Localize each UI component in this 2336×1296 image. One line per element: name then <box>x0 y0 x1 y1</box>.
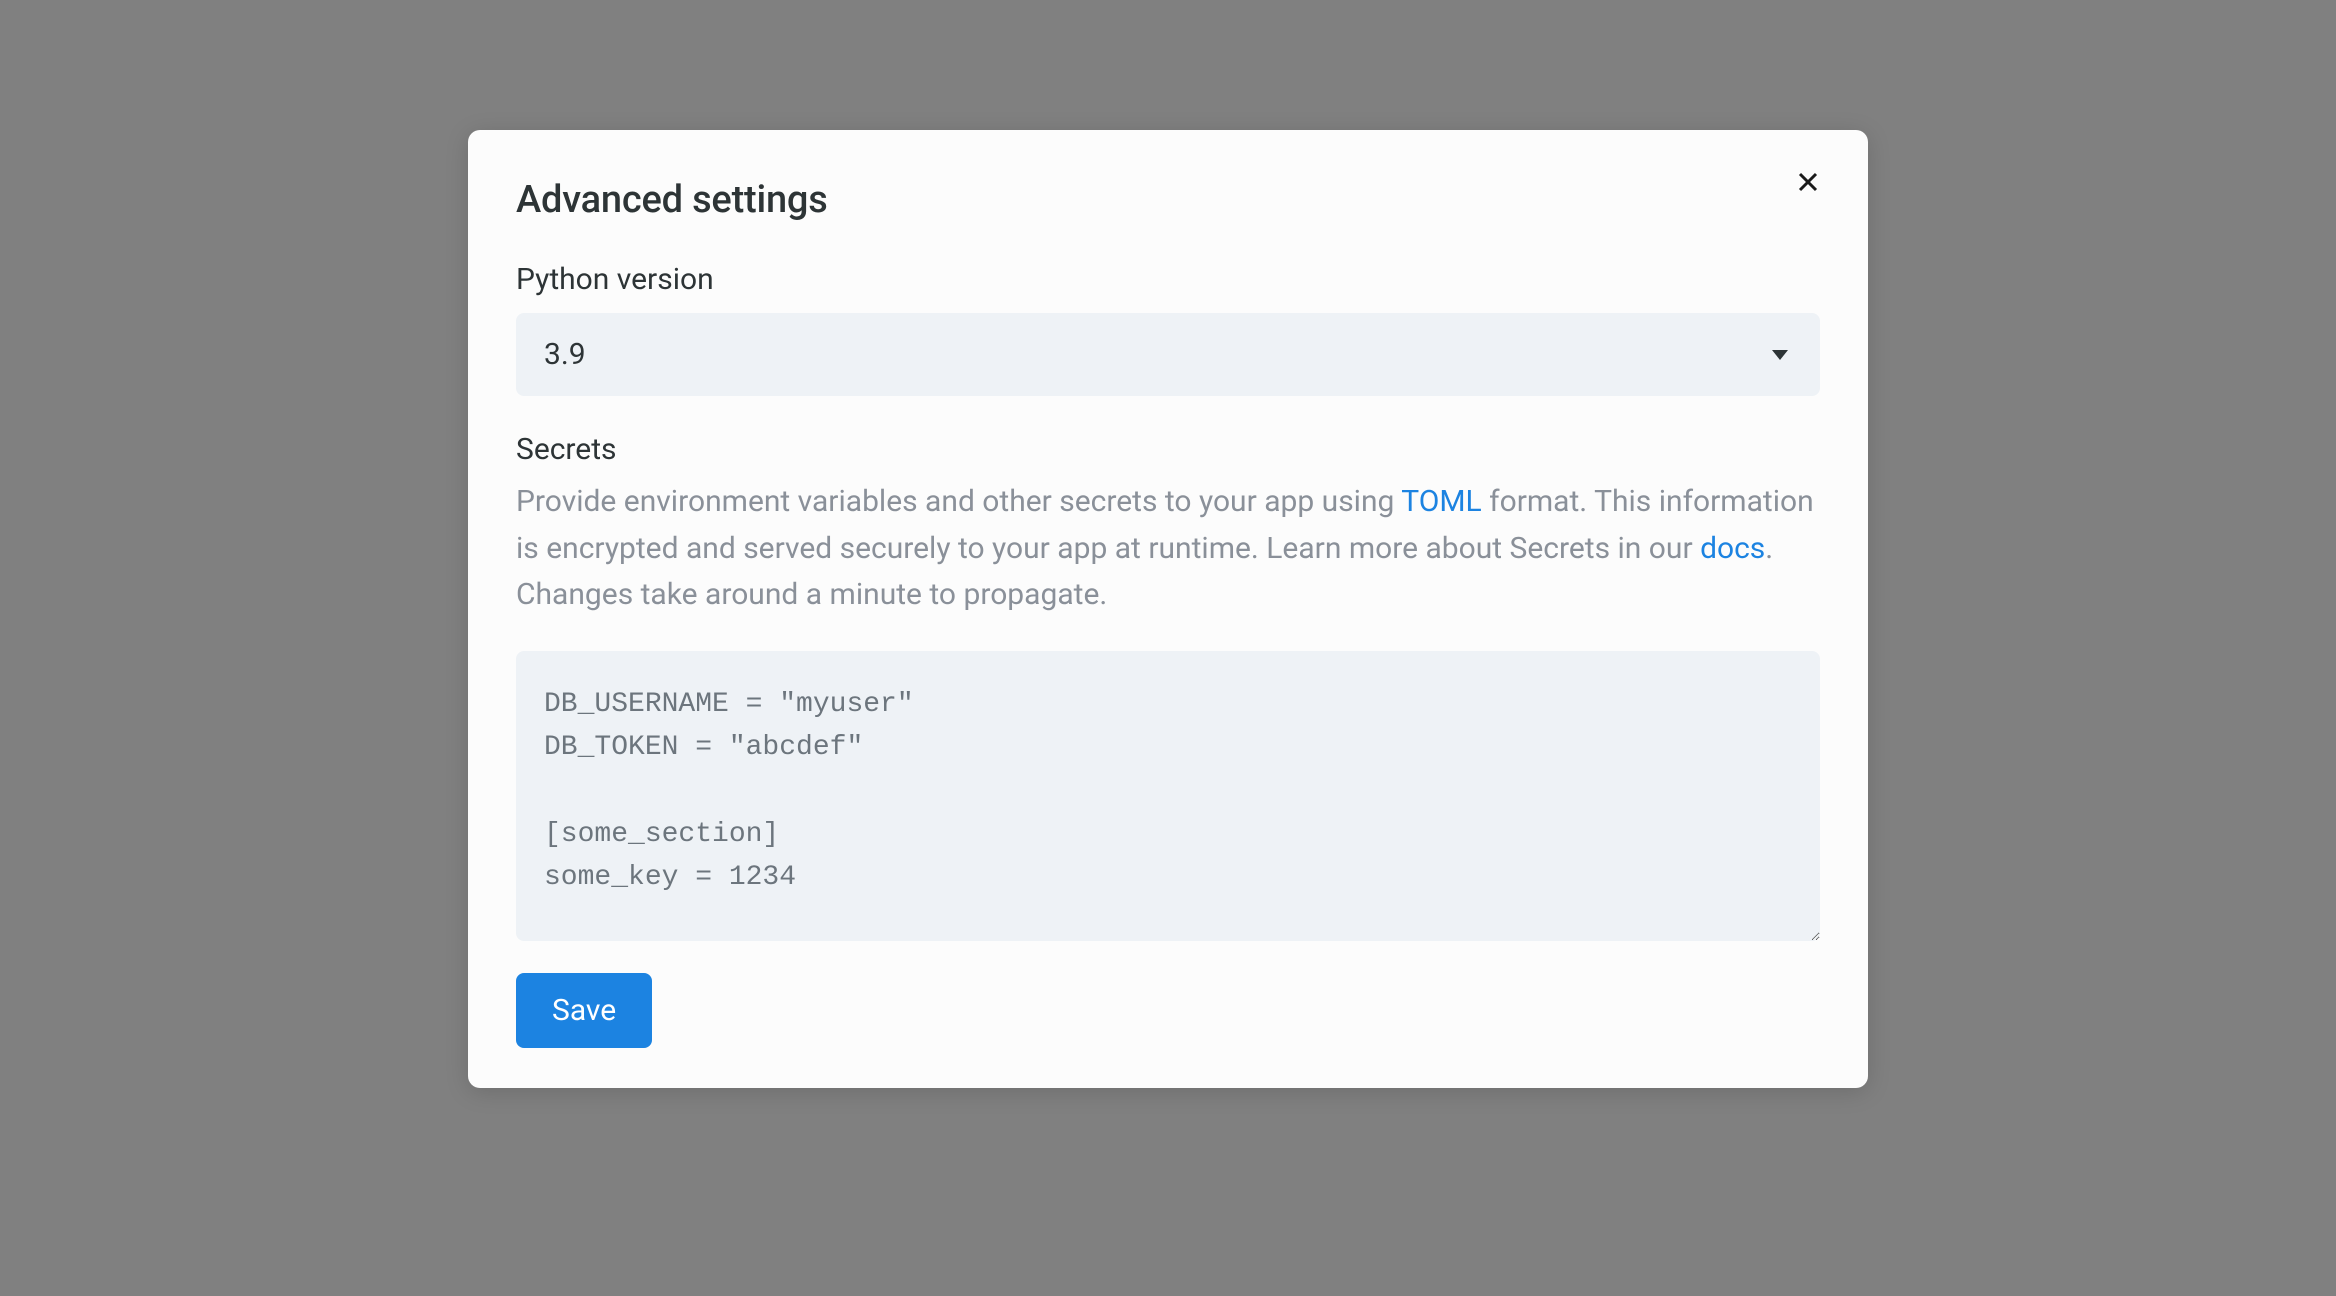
secrets-label: Secrets <box>516 432 1820 467</box>
save-button[interactable]: Save <box>516 973 652 1048</box>
close-button[interactable] <box>1788 162 1828 205</box>
secrets-textarea[interactable] <box>516 651 1820 941</box>
docs-link[interactable]: docs <box>1700 531 1765 566</box>
python-version-label: Python version <box>516 262 1820 297</box>
python-version-select[interactable]: 3.9 <box>516 313 1820 396</box>
toml-link[interactable]: TOML <box>1401 484 1481 519</box>
secrets-desc-text-1: Provide environment variables and other … <box>516 484 1401 519</box>
close-icon <box>1796 170 1820 194</box>
advanced-settings-modal: Advanced settings Python version 3.9 Sec… <box>468 130 1868 1088</box>
secrets-description: Provide environment variables and other … <box>516 479 1820 619</box>
modal-title: Advanced settings <box>516 178 1820 222</box>
python-version-select-wrap: 3.9 <box>516 313 1820 396</box>
